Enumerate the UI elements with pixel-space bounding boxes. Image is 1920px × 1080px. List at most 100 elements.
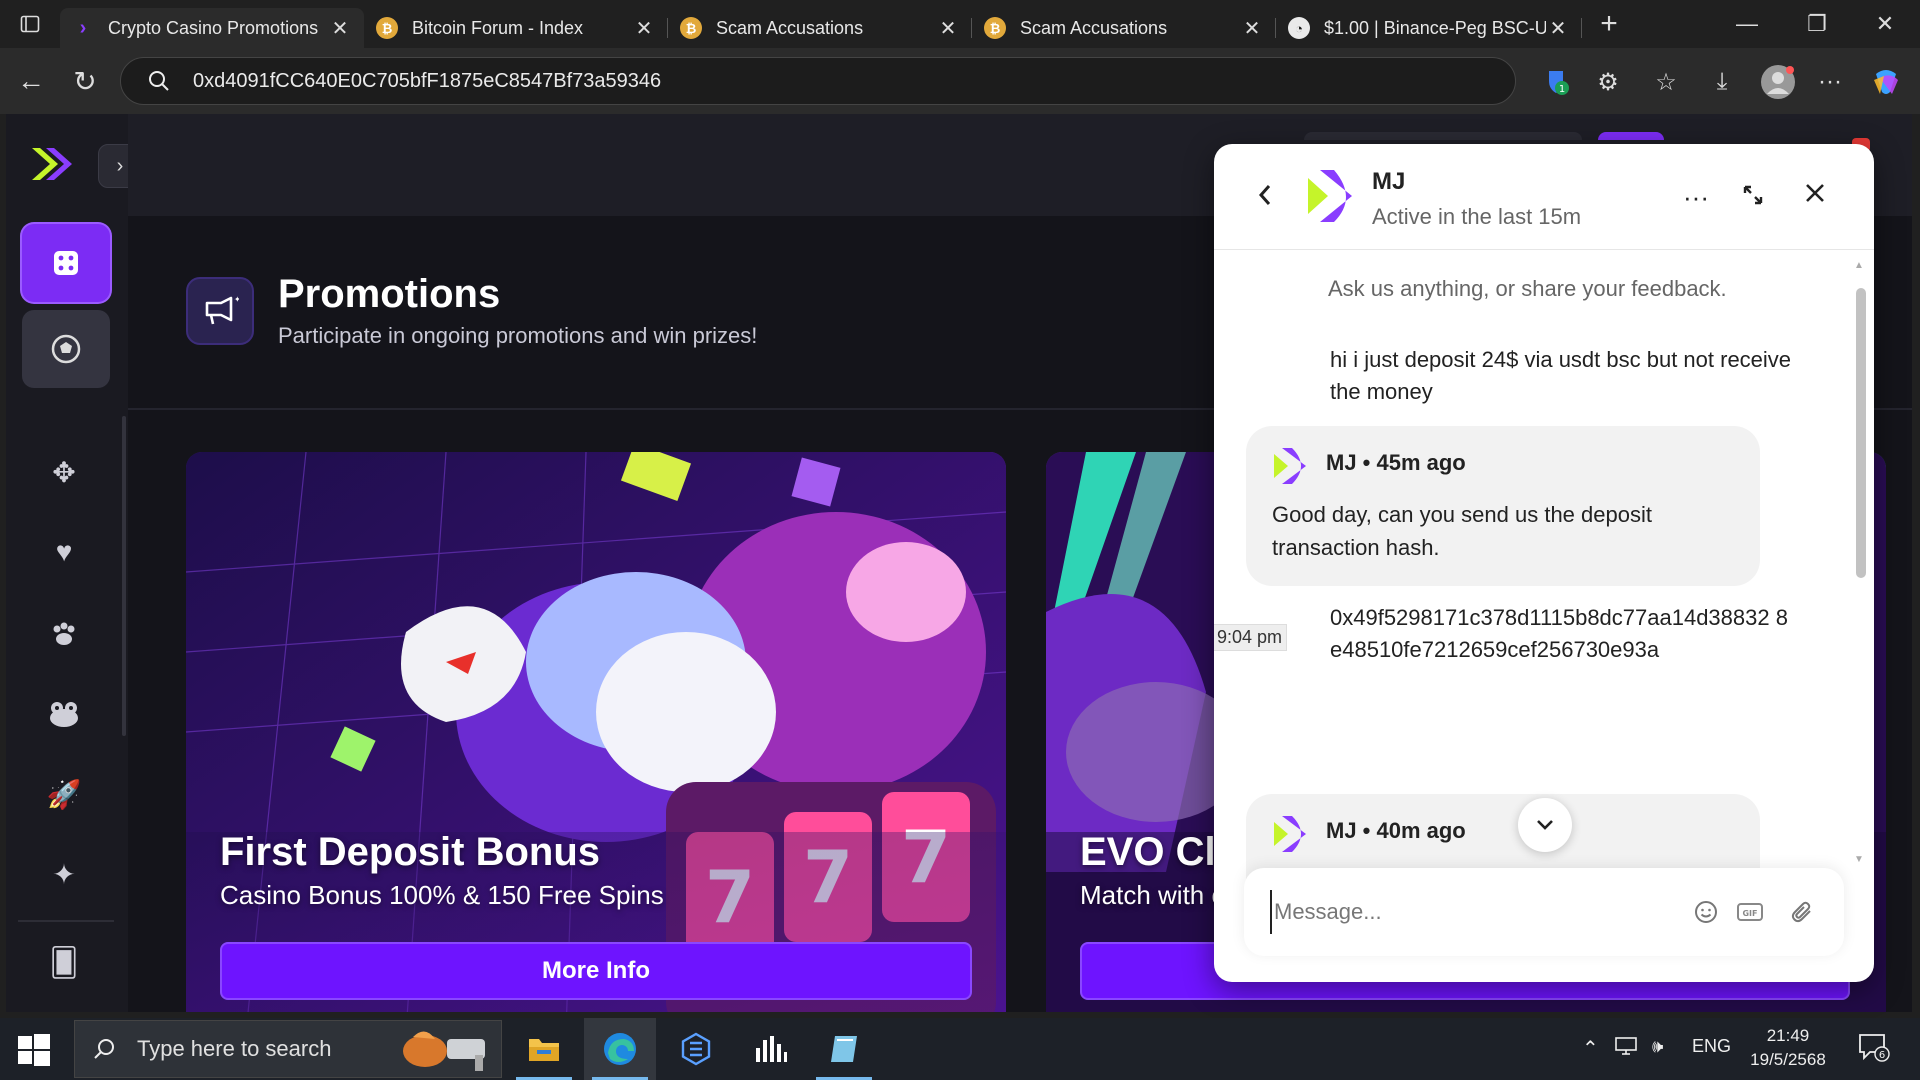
chevron-down-icon: [1537, 820, 1553, 830]
settings-more-icon[interactable]: ···: [1808, 60, 1852, 104]
windows-taskbar: Type here to search ⌃ 🕪 ENG 21:49 19/5/2…: [0, 1018, 1920, 1080]
scroll-to-bottom-button[interactable]: [1518, 798, 1572, 852]
chat-header: MJ Active in the last 15m ···: [1214, 144, 1874, 250]
promo-card-first-deposit[interactable]: 7 7 7 First Deposit Bonus Casino Bonus 1…: [186, 452, 1006, 1012]
sidebar-scrollbar[interactable]: [122, 416, 126, 736]
sidebar-divider: [18, 920, 114, 922]
close-tab-icon[interactable]: ✕: [632, 16, 656, 41]
svg-text:GIF: GIF: [1742, 909, 1757, 918]
profile-avatar[interactable]: [1756, 60, 1800, 104]
wallet-button[interactable]: [1598, 132, 1664, 140]
downloads-icon[interactable]: ⤓: [1700, 60, 1744, 104]
tab-crypto-casino[interactable]: › Crypto Casino Promotions ✕: [60, 8, 364, 48]
playing-cards-icon[interactable]: 🂠: [46, 944, 82, 980]
close-tab-icon[interactable]: ✕: [328, 16, 352, 41]
minimize-button[interactable]: —: [1712, 0, 1782, 48]
emoji-icon[interactable]: [1690, 896, 1722, 928]
chat-close-button[interactable]: [1800, 178, 1830, 208]
message-input[interactable]: [1270, 890, 1670, 934]
chat-options-button[interactable]: ···: [1678, 182, 1714, 212]
network-icon[interactable]: [1614, 1036, 1638, 1061]
tab-strip: › Crypto Casino Promotions ✕ ₿ Bitcoin F…: [0, 0, 1920, 48]
promo-artwork: 7 7 7: [186, 452, 1006, 1012]
favorites-icon[interactable]: ☆: [1644, 60, 1688, 104]
card-title: First Deposit Bonus: [220, 830, 601, 874]
chat-back-button[interactable]: [1250, 180, 1280, 210]
scroll-up-arrow[interactable]: ▲: [1854, 260, 1864, 271]
restore-button[interactable]: ❐: [1782, 0, 1852, 48]
tab-bitcoin-forum[interactable]: ₿ Bitcoin Forum - Index ✕: [364, 8, 668, 48]
heart-icon[interactable]: ♥: [46, 534, 82, 570]
tab-title: Crypto Casino Promotions: [108, 17, 319, 38]
chevron-left-icon: [1258, 185, 1271, 205]
back-button[interactable]: ←: [8, 58, 54, 104]
windows-start-icon[interactable]: [16, 1032, 52, 1068]
tab-scam-accusations-1[interactable]: ₿ Scam Accusations ✕: [668, 8, 972, 48]
site-sidebar: › ✥ ♥ 🚀 ✦ 🂠: [6, 114, 142, 1012]
close-tab-icon[interactable]: ✕: [936, 16, 960, 41]
scroll-down-arrow[interactable]: ▼: [1854, 854, 1864, 865]
show-hidden-icons-chevron-up-icon[interactable]: ⌃: [1582, 1036, 1599, 1061]
chat-scroll-thumb[interactable]: [1856, 288, 1866, 578]
clock-date: 19/5/2568: [1750, 1050, 1826, 1069]
tab-title: $1.00 | Binance-Peg BSC-U: [1324, 17, 1546, 38]
equalizer-app-icon[interactable]: [734, 1018, 806, 1080]
language-indicator[interactable]: ENG: [1692, 1036, 1731, 1057]
chat-messages: Ask us anything, or share your feedback.…: [1214, 250, 1874, 914]
new-tab-button[interactable]: +: [1582, 7, 1636, 41]
system-clock[interactable]: 21:49 19/5/2568: [1728, 1024, 1848, 1072]
bitcoin-icon: ₿: [984, 17, 1006, 39]
message-composer: GIF: [1244, 868, 1844, 956]
extensions-icon[interactable]: ⚙: [1586, 60, 1630, 104]
page-title: Promotions: [278, 272, 501, 316]
timestamp-tooltip: 9:04 pm: [1214, 624, 1288, 651]
close-tab-icon[interactable]: ✕: [1240, 16, 1264, 41]
address-bar[interactable]: [120, 57, 1516, 105]
cards-icon[interactable]: ✥: [46, 454, 82, 490]
user-message: hi i just deposit 24$ via usdt bsc but n…: [1330, 347, 1792, 404]
casino-nav-button[interactable]: [22, 224, 110, 302]
more-info-button[interactable]: More Info: [220, 942, 972, 1000]
card-subtitle: Casino Bonus 100% & 150 Free Spins: [220, 880, 664, 910]
expand-icon: [1743, 185, 1763, 205]
close-tab-icon[interactable]: ✕: [1546, 16, 1570, 41]
search-icon: [149, 71, 169, 91]
bscscan-icon: ◔: [1288, 17, 1310, 39]
tab-title: Bitcoin Forum - Index: [412, 17, 584, 38]
search-box[interactable]: [1304, 132, 1582, 140]
sparkle-icon[interactable]: ✦: [46, 856, 82, 892]
agent-logo: [1274, 816, 1306, 852]
bitcoin-icon: ₿: [680, 17, 702, 39]
tab-title: Scam Accusations: [1020, 17, 1168, 38]
edge-browser-icon[interactable]: [584, 1018, 656, 1080]
gif-icon[interactable]: GIF: [1734, 896, 1766, 928]
copilot-icon[interactable]: [1864, 60, 1908, 104]
search-icon: [94, 1039, 114, 1059]
file-explorer-icon[interactable]: [508, 1018, 580, 1080]
paw-icon[interactable]: [46, 616, 82, 652]
sports-nav-button[interactable]: [22, 310, 110, 388]
rocket-icon[interactable]: 🚀: [46, 776, 82, 812]
chat-expand-button[interactable]: [1738, 180, 1768, 210]
notifications-icon[interactable]: 6: [1858, 1032, 1890, 1067]
agent-message-text: Good day, can you send us the deposit tr…: [1272, 502, 1652, 560]
sports-icon: [51, 334, 81, 364]
site-logo[interactable]: [30, 144, 74, 184]
tab-actions-button[interactable]: [0, 0, 60, 48]
svg-text:1: 1: [1559, 84, 1565, 95]
tab-scam-accusations-2[interactable]: ₿ Scam Accusations ✕: [972, 8, 1276, 48]
tab-bscscan[interactable]: ◔ $1.00 | Binance-Peg BSC-U ✕: [1276, 8, 1582, 48]
app-blue-icon[interactable]: [660, 1018, 732, 1080]
refresh-button[interactable]: ↻: [62, 58, 108, 104]
attachment-icon[interactable]: [1786, 896, 1818, 928]
frog-icon[interactable]: [46, 696, 82, 732]
close-window-button[interactable]: ✕: [1850, 0, 1920, 48]
user-message: 0x49f5298171c378d1115b8dc77aa14d38832 8e…: [1330, 605, 1788, 662]
clock-time: 21:49: [1766, 1026, 1810, 1045]
volume-icon[interactable]: 🕪: [1652, 1036, 1663, 1057]
notepad-app-icon[interactable]: [808, 1018, 880, 1080]
password-manager-icon[interactable]: 1: [1534, 60, 1578, 104]
url-input[interactable]: [193, 69, 1393, 93]
taskbar-search-box[interactable]: Type here to search: [74, 1020, 502, 1078]
purple-chevron-icon: ›: [79, 16, 87, 39]
